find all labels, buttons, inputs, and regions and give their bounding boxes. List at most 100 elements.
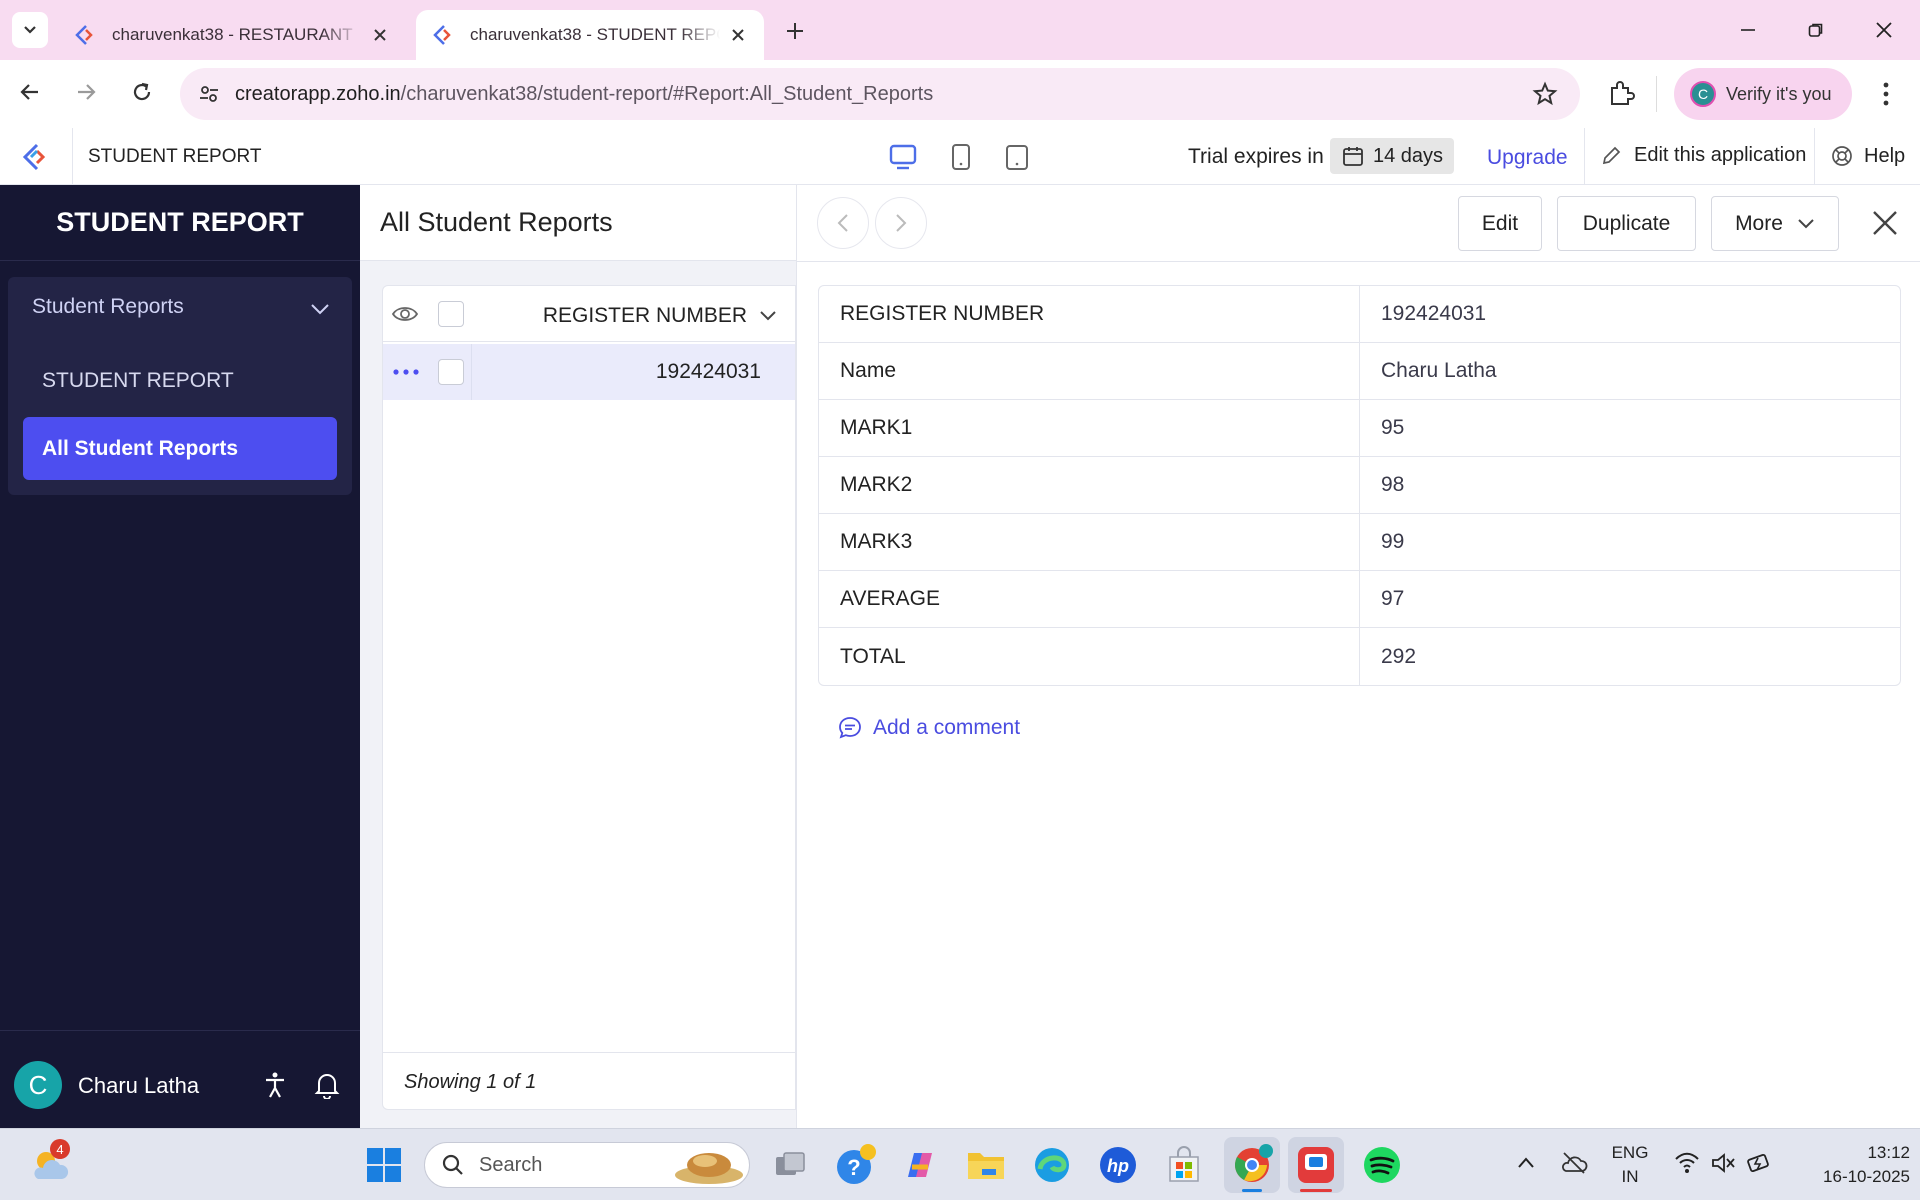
taskbar-help-app[interactable]: ? — [834, 1143, 878, 1187]
field-label: REGISTER NUMBER — [819, 286, 1360, 342]
row-divider — [471, 344, 472, 400]
lifebuoy-icon — [1832, 146, 1852, 166]
select-all-checkbox[interactable] — [438, 301, 464, 327]
sidebar-group-student-reports: Student Reports STUDENT REPORT All Stude… — [8, 277, 352, 495]
field-row-register-number: REGISTER NUMBER 192424031 — [819, 286, 1900, 343]
row-actions-button[interactable] — [391, 362, 421, 382]
bookmark-star-button[interactable] — [1532, 81, 1558, 107]
address-bar[interactable]: creatorapp.zoho.in/charuvenkat38/student… — [180, 68, 1580, 120]
svg-text:hp: hp — [1107, 1156, 1129, 1176]
next-record-button[interactable] — [875, 197, 927, 249]
field-value: 97 — [1381, 587, 1405, 610]
column-header-register-number[interactable]: REGISTER NUMBER — [543, 304, 777, 328]
desktop-view-button[interactable] — [888, 142, 918, 172]
sidebar-item-all-student-reports[interactable]: All Student Reports — [23, 417, 337, 480]
eye-icon — [391, 307, 419, 321]
accessibility-button[interactable] — [262, 1071, 288, 1099]
system-clock[interactable]: 13:12 16-10-2025 — [1788, 1141, 1910, 1189]
url-host: creatorapp.zoho.in — [235, 83, 401, 105]
site-info-icon[interactable] — [198, 83, 220, 105]
sidebar: STUDENT REPORT Student Reports STUDENT R… — [0, 185, 360, 1128]
reload-icon — [133, 82, 151, 101]
arrow-right-icon — [78, 84, 96, 100]
taskbar-search[interactable]: Search — [424, 1142, 750, 1188]
table-row[interactable]: 192424031 — [383, 344, 795, 400]
taskbar-hp-app[interactable]: hp — [1096, 1143, 1140, 1187]
minimize-window-button[interactable] — [1728, 14, 1768, 46]
close-window-button[interactable] — [1864, 14, 1904, 46]
plus-icon — [787, 23, 803, 39]
sidebar-item-student-report[interactable]: STUDENT REPORT — [42, 369, 234, 393]
taskbar-spotify[interactable] — [1360, 1143, 1404, 1187]
tab-search-button[interactable] — [12, 12, 48, 48]
minimize-icon — [1741, 29, 1755, 31]
add-comment-label: Add a comment — [873, 716, 1021, 739]
close-detail-button[interactable] — [1871, 209, 1899, 237]
wifi-status[interactable] — [1674, 1151, 1700, 1175]
register-number-cell: 192424031 — [655, 360, 761, 383]
taskbar-copilot-app[interactable] — [898, 1143, 942, 1187]
taskbar-zoho-app[interactable] — [1288, 1137, 1344, 1193]
tab-title: charuvenkat38 - RESTAURANT — [112, 25, 353, 44]
taskbar-microsoft-store[interactable] — [1162, 1143, 1206, 1187]
user-avatar[interactable]: C — [14, 1061, 62, 1109]
start-button[interactable] — [366, 1147, 402, 1183]
upgrade-link[interactable]: Upgrade — [1487, 146, 1568, 170]
battery-status[interactable] — [1746, 1151, 1772, 1175]
edit-application-button[interactable]: Edit this application — [1600, 144, 1806, 167]
task-view-button[interactable] — [768, 1143, 812, 1187]
close-tab-icon[interactable] — [370, 25, 390, 45]
taskbar-chrome-browser[interactable] — [1224, 1137, 1280, 1193]
notifications-button[interactable] — [314, 1071, 340, 1099]
cloud-off-icon — [1562, 1152, 1588, 1174]
record-fields-table: REGISTER NUMBER 192424031 Name Charu Lat… — [818, 285, 1901, 686]
row-checkbox[interactable] — [438, 359, 464, 385]
previous-record-button[interactable] — [817, 197, 869, 249]
profile-button[interactable]: C Verify it's you — [1674, 68, 1852, 120]
browser-menu-button[interactable] — [1876, 80, 1896, 108]
weather-widget[interactable]: 4 — [28, 1139, 72, 1187]
show-hidden-icons-button[interactable] — [1516, 1153, 1536, 1173]
tablet-view-button[interactable] — [946, 142, 976, 172]
zoho-creator-logo-icon[interactable] — [22, 142, 52, 172]
chevron-left-icon — [837, 214, 848, 232]
new-tab-button[interactable] — [778, 14, 812, 48]
arrow-left-icon — [20, 84, 38, 100]
close-icon — [1876, 22, 1892, 38]
column-visibility-button[interactable] — [391, 302, 419, 326]
help-button[interactable]: Help — [1830, 144, 1905, 168]
zoho-creator-favicon-icon — [433, 25, 451, 45]
taskbar-edge-browser[interactable] — [1030, 1143, 1074, 1187]
header-divider — [1814, 128, 1815, 185]
field-row-average: AVERAGE 97 — [819, 571, 1900, 628]
extensions-button[interactable] — [1606, 78, 1636, 108]
browser-tab-student-report[interactable]: charuvenkat38 - STUDENT REPORT — [416, 10, 764, 60]
header-divider — [1584, 128, 1585, 185]
more-button[interactable]: More — [1711, 196, 1839, 251]
phone-view-button[interactable] — [1002, 142, 1032, 172]
restore-window-button[interactable] — [1796, 14, 1836, 46]
back-button[interactable] — [16, 78, 44, 106]
more-vertical-icon — [1883, 82, 1889, 106]
forward-button[interactable] — [72, 78, 100, 106]
volume-muted-icon — [1712, 1153, 1735, 1173]
add-comment-link[interactable]: Add a comment — [837, 715, 1020, 741]
cloud-sync-status[interactable] — [1560, 1151, 1588, 1175]
edit-button[interactable]: Edit — [1458, 196, 1542, 251]
volume-status[interactable] — [1710, 1151, 1736, 1175]
sidebar-group-header[interactable]: Student Reports — [8, 277, 352, 339]
page-title: All Student Reports — [380, 207, 613, 237]
field-value: 292 — [1381, 644, 1417, 668]
taskbar-file-explorer[interactable] — [964, 1143, 1008, 1187]
language-indicator[interactable]: ENG IN — [1600, 1141, 1660, 1189]
field-value: 98 — [1381, 473, 1405, 496]
field-row-mark3: MARK3 99 — [819, 514, 1900, 571]
browser-tab-restaurant[interactable]: charuvenkat38 - RESTAURANT — [58, 10, 412, 60]
monitor-icon — [889, 144, 917, 170]
url-text: creatorapp.zoho.in/charuvenkat38/student… — [235, 83, 933, 106]
svg-text:?: ? — [847, 1155, 860, 1180]
reload-button[interactable] — [128, 78, 156, 106]
duplicate-button[interactable]: Duplicate — [1557, 196, 1696, 251]
field-row-name: Name Charu Latha — [819, 343, 1900, 400]
close-tab-icon[interactable] — [728, 25, 748, 45]
